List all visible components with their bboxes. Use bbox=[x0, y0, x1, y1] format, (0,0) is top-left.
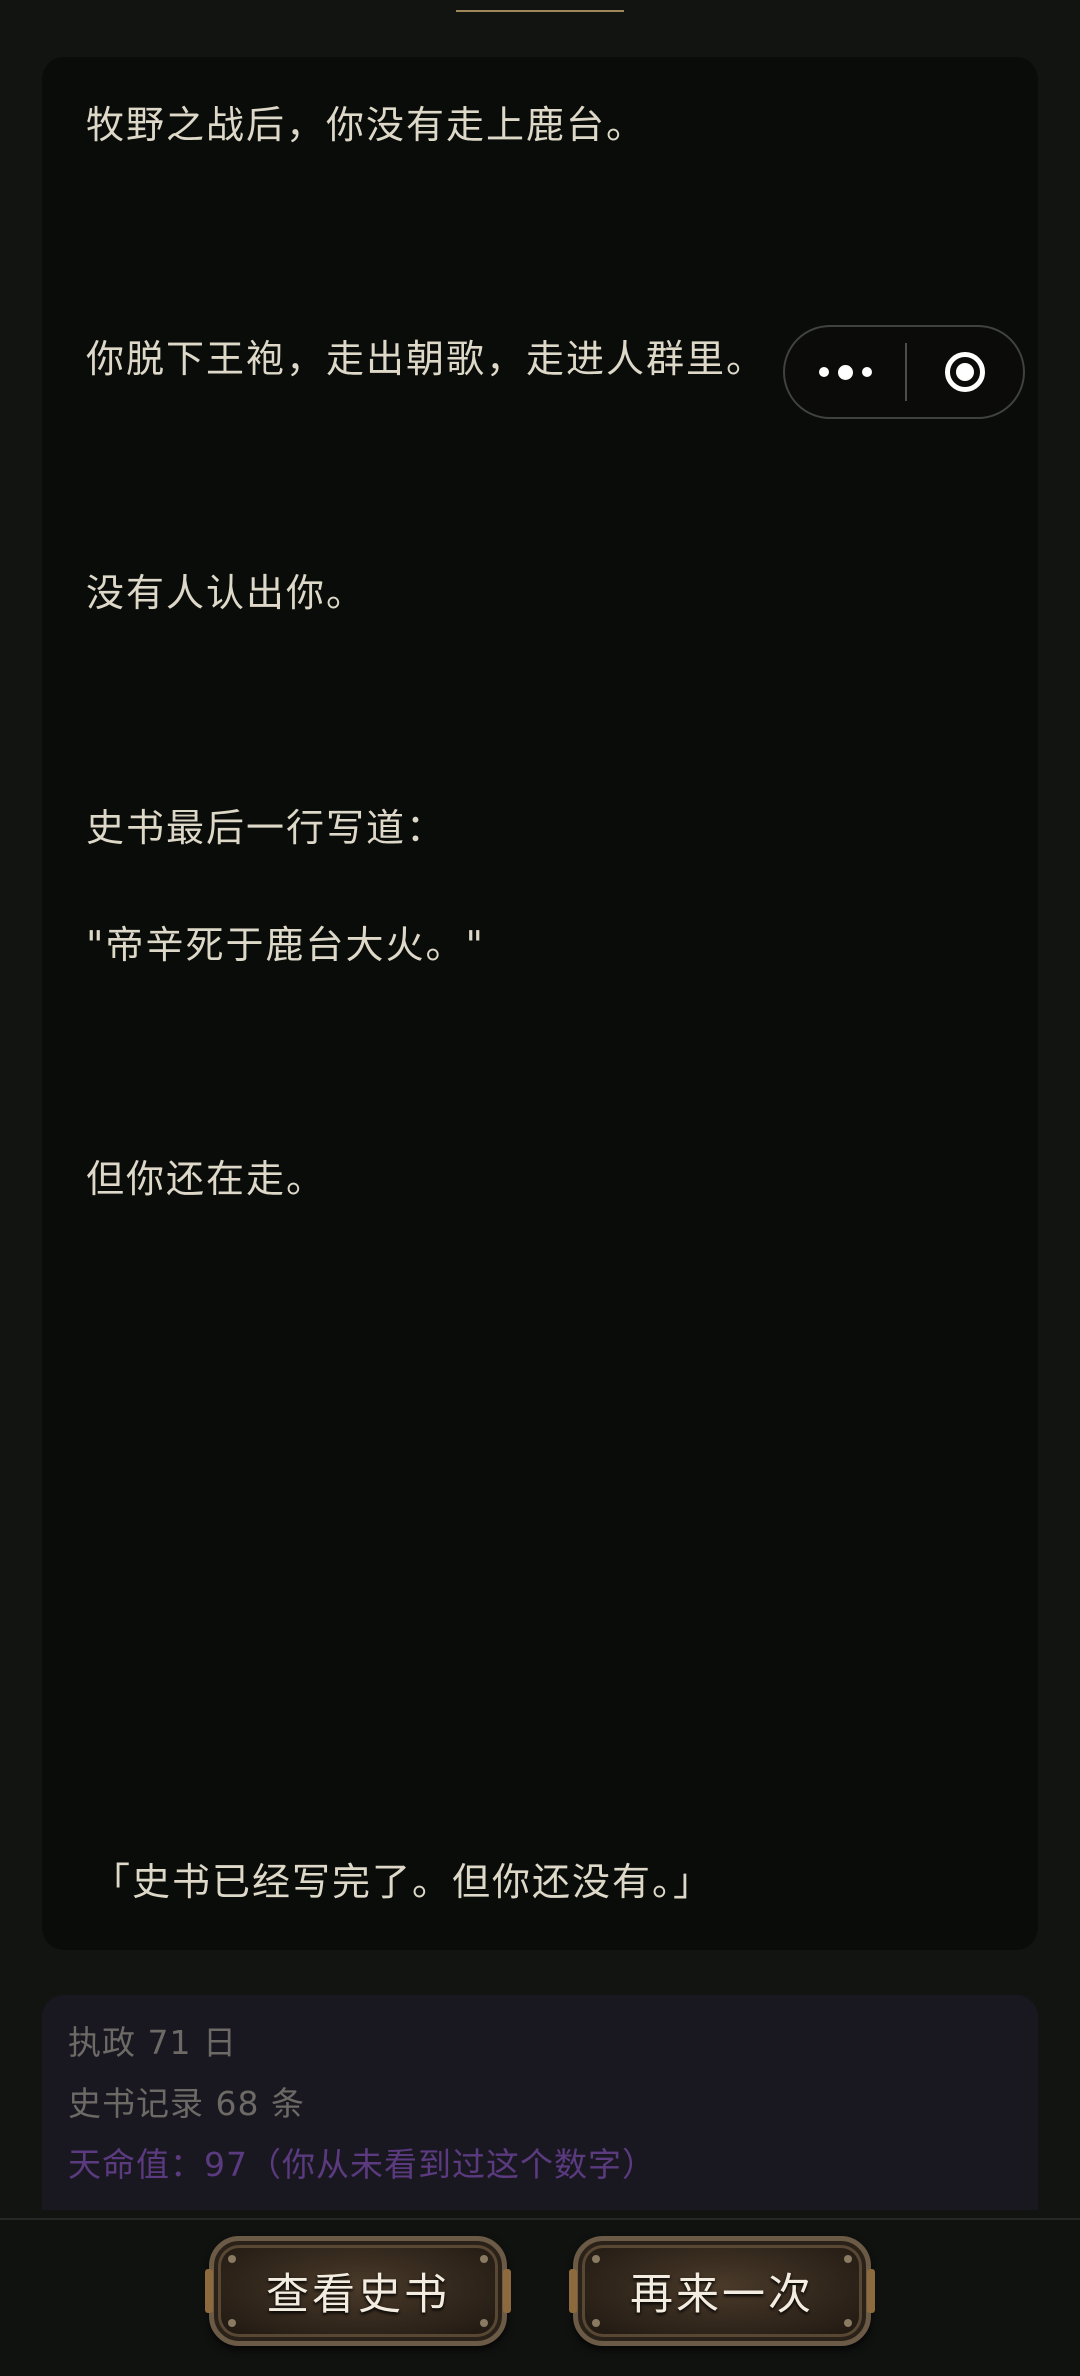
target-core bbox=[956, 363, 974, 381]
dot bbox=[837, 364, 853, 380]
close-button[interactable] bbox=[907, 327, 1023, 417]
rivet bbox=[592, 2255, 600, 2263]
more-dots-icon bbox=[818, 364, 872, 380]
retry-label: 再来一次 bbox=[630, 2270, 814, 2320]
more-button[interactable] bbox=[785, 327, 905, 417]
view-history-button[interactable]: 查看史书 bbox=[205, 2236, 511, 2346]
story-line: 牧野之战后，你没有走上鹿台。 bbox=[86, 103, 647, 147]
target-close-icon bbox=[945, 352, 985, 392]
rivet bbox=[228, 2319, 236, 2327]
bottom-action-bar bbox=[0, 2218, 1080, 2376]
history-records-count: 史书记录 68 条 bbox=[68, 2084, 305, 2123]
story-line: 没有人认出你。 bbox=[86, 571, 367, 615]
rivet bbox=[480, 2319, 488, 2327]
rivet bbox=[844, 2255, 852, 2263]
story-line: 史书最后一行写道： bbox=[86, 806, 447, 850]
story-closing-quote: 「史书已经写完了。但你还没有。」 bbox=[92, 1860, 714, 1904]
dot bbox=[861, 367, 872, 377]
screen: 牧野之战后，你没有走上鹿台。 你脱下王袍，走出朝歌，走进人群里。 没有人认出你。… bbox=[0, 0, 1080, 2376]
rivet bbox=[844, 2319, 852, 2327]
rivet bbox=[228, 2255, 236, 2263]
top-indicator-line bbox=[456, 10, 624, 12]
mandate-value: 天命值：97（你从未看到过这个数字） bbox=[68, 2145, 656, 2184]
mini-program-capsule bbox=[783, 325, 1025, 419]
reign-days: 执政 71 日 bbox=[68, 2023, 237, 2062]
retry-button[interactable]: 再来一次 bbox=[569, 2236, 875, 2346]
story-line: "帝辛死于鹿台大火。" bbox=[86, 923, 485, 967]
rivet bbox=[480, 2255, 488, 2263]
view-history-label: 查看史书 bbox=[266, 2270, 450, 2320]
story-line: 你脱下王袍，走出朝歌，走进人群里。 bbox=[86, 337, 767, 381]
story-line: 但你还在走。 bbox=[86, 1157, 327, 1201]
rivet bbox=[592, 2319, 600, 2327]
dot bbox=[818, 367, 829, 377]
